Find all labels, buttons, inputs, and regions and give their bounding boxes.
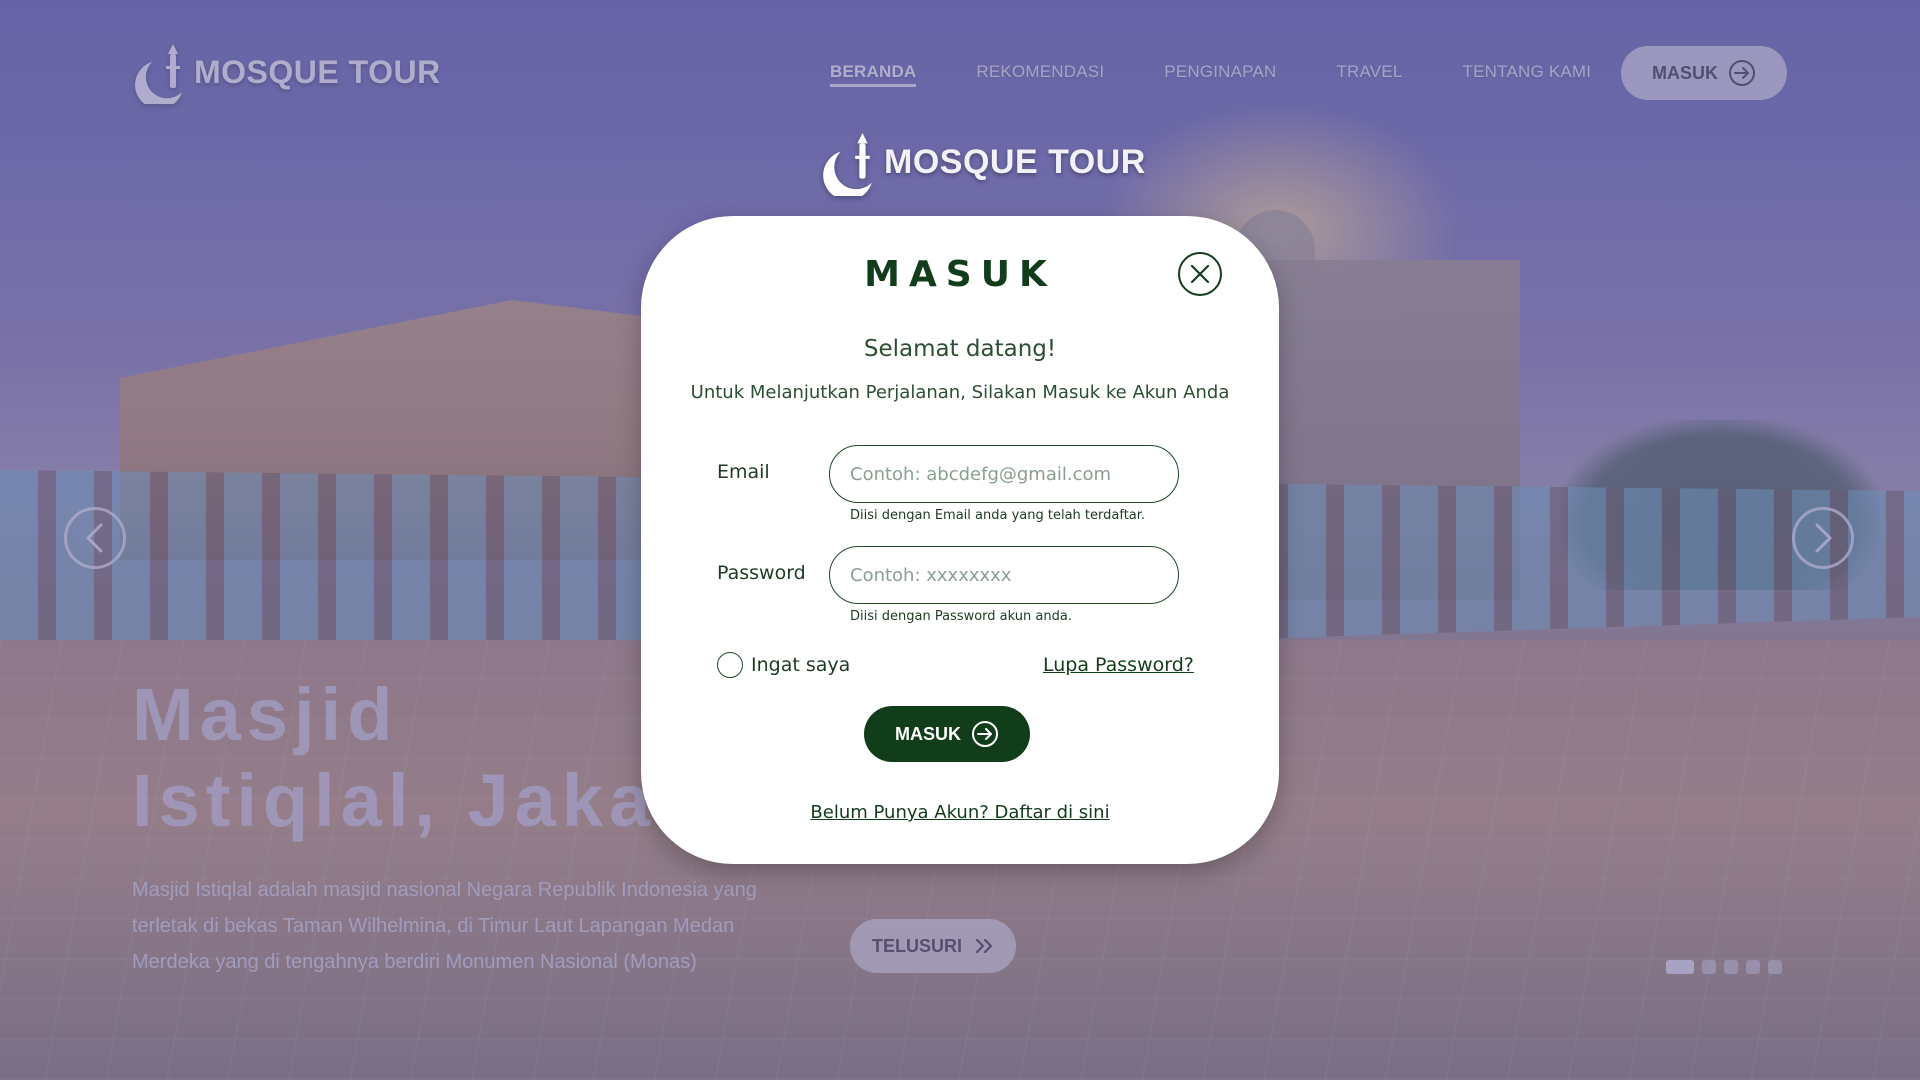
- submit-login-label: MASUK: [895, 723, 961, 744]
- mosque-logo-icon: [823, 133, 872, 196]
- submit-login-button[interactable]: MASUK: [864, 706, 1030, 762]
- email-field[interactable]: [829, 445, 1179, 503]
- close-icon: [1190, 264, 1210, 284]
- welcome-text: Selamat datang!: [863, 336, 1057, 362]
- modal-subtitle: Untuk Melanjutkan Perjalanan, Silakan Ma…: [690, 382, 1230, 403]
- login-modal: MASUK Selamat datang! Untuk Melanjutkan …: [641, 216, 1279, 864]
- password-field[interactable]: [829, 546, 1179, 604]
- password-hint: Diisi dengan Password akun anda.: [850, 609, 1072, 624]
- remember-me[interactable]: Ingat saya: [717, 652, 850, 678]
- remember-me-radio[interactable]: [717, 652, 743, 678]
- email-label: Email: [717, 461, 770, 483]
- close-modal-button[interactable]: [1178, 252, 1222, 296]
- register-link[interactable]: Belum Punya Akun? Daftar di sini: [641, 802, 1279, 823]
- modal-logo: MOSQUE TOUR: [820, 128, 1146, 196]
- email-hint: Diisi dengan Email anda yang telah terda…: [850, 508, 1146, 523]
- forgot-password-link[interactable]: Lupa Password?: [1043, 654, 1194, 676]
- arrow-right-circle-icon: [972, 721, 998, 747]
- password-label: Password: [717, 562, 806, 584]
- remember-me-label: Ingat saya: [751, 654, 851, 676]
- modal-brand-name: MOSQUE TOUR: [884, 142, 1146, 181]
